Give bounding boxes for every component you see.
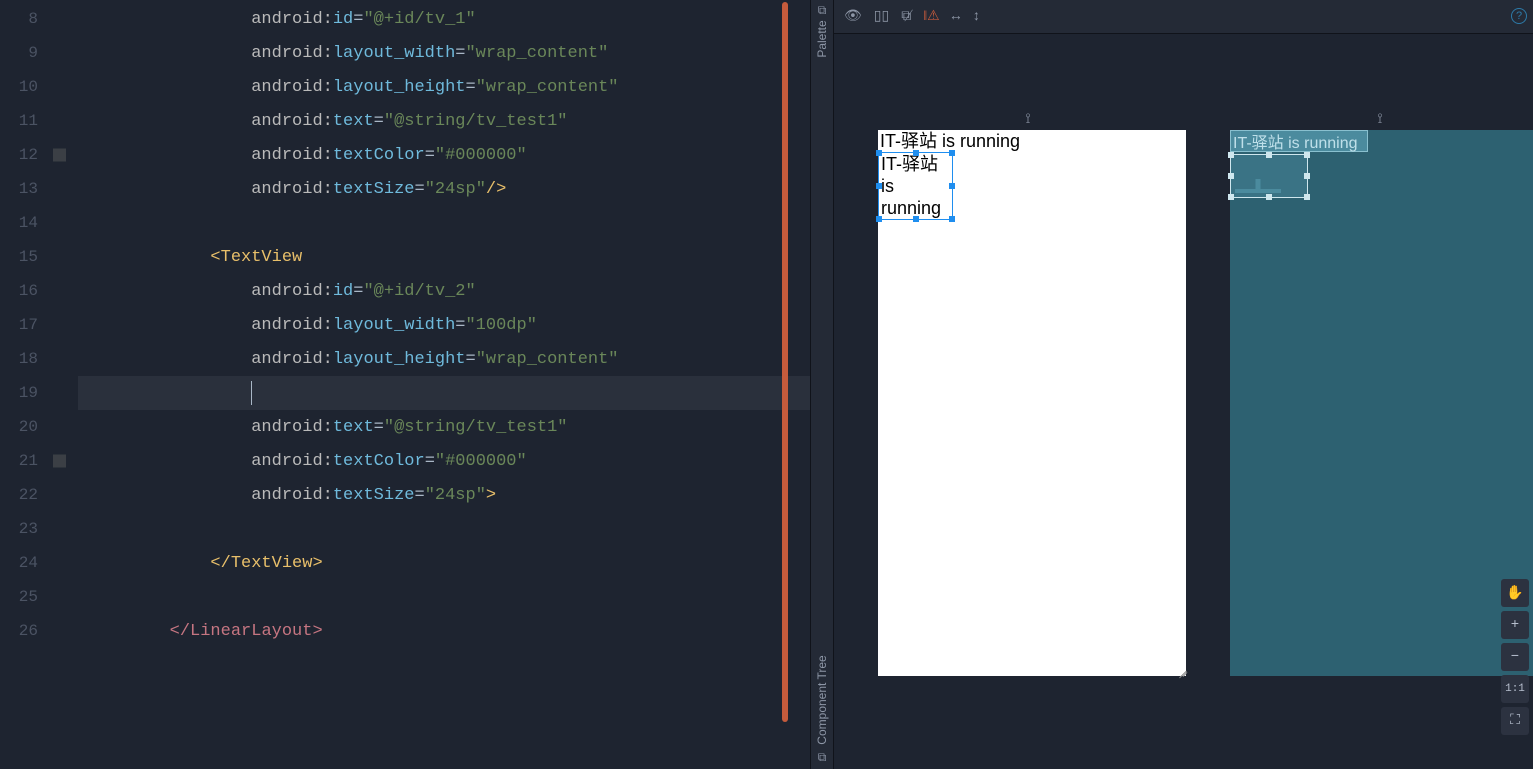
line-number: 12 — [0, 138, 78, 172]
design-preview-frame[interactable]: IT-驿站 is running IT-驿站 is running — [878, 130, 1186, 676]
textview-tv2-selected[interactable]: IT-驿站 is running — [878, 152, 953, 220]
line-number: 22 — [0, 478, 78, 512]
bp-handle-tl[interactable] — [1228, 152, 1234, 158]
line-number: 25 — [0, 580, 78, 614]
blueprint-tv2-selected[interactable] — [1230, 154, 1308, 198]
code-line[interactable] — [78, 580, 810, 614]
code-editor-pane: 891011121314151617181920212223242526 and… — [0, 0, 810, 769]
code-line[interactable] — [78, 206, 810, 240]
warning-icon[interactable]: ‖⚠ — [923, 8, 939, 25]
code-line[interactable]: android:textSize="24sp"/> — [78, 172, 810, 206]
textview-tv2-text: IT-驿站 is running — [881, 154, 941, 218]
blueprint-text-glyph — [1235, 173, 1281, 193]
bp-handle-tr[interactable] — [1304, 152, 1310, 158]
bp-handle-tc[interactable] — [1266, 152, 1272, 158]
code-line[interactable]: android:layout_height="wrap_content" — [78, 70, 810, 104]
line-number: 19 — [0, 376, 78, 410]
code-line[interactable]: <TextView — [78, 240, 810, 274]
code-line[interactable]: android:textColor="#000000" — [78, 444, 810, 478]
design-toolbar: 👁 ▯▯ ⧉̸ ‖⚠ ↔ ↕ ? — [834, 0, 1533, 34]
sel-handle-tl[interactable] — [876, 150, 882, 156]
sel-handle-bc[interactable] — [913, 216, 919, 222]
code-line[interactable] — [78, 376, 810, 410]
line-number: 16 — [0, 274, 78, 308]
sel-handle-tr[interactable] — [949, 150, 955, 156]
zoom-reset-button[interactable]: 1:1 — [1501, 675, 1529, 703]
bp-handle-ml[interactable] — [1228, 173, 1234, 179]
side-tool-strip: ⧉ Palette Component Tree ⧉ — [810, 0, 834, 769]
line-number: 26 — [0, 614, 78, 648]
line-number: 23 — [0, 512, 78, 546]
line-number: 18 — [0, 342, 78, 376]
eye-icon[interactable]: 👁 — [844, 8, 862, 25]
line-number: 8 — [0, 2, 78, 36]
component-tree-tab[interactable]: Component Tree — [815, 655, 829, 744]
code-area[interactable]: android:id="@+id/tv_1" android:layout_wi… — [78, 0, 810, 769]
bp-handle-mr[interactable] — [1304, 173, 1310, 179]
line-number: 10 — [0, 70, 78, 104]
sel-handle-ml[interactable] — [876, 183, 882, 189]
code-line[interactable]: android:textSize="24sp"> — [78, 478, 810, 512]
zoom-fit-button[interactable]: ⛶ — [1501, 707, 1529, 735]
sel-handle-tc[interactable] — [913, 150, 919, 156]
arrow-v-icon[interactable]: ↕ — [972, 9, 980, 25]
line-number: 20 — [0, 410, 78, 444]
line-number: 17 — [0, 308, 78, 342]
code-line[interactable]: </LinearLayout> — [78, 614, 810, 648]
bp-handle-bl[interactable] — [1228, 194, 1234, 200]
arrow-h-icon[interactable]: ↔ — [952, 9, 960, 25]
sel-handle-br[interactable] — [949, 216, 955, 222]
code-line[interactable] — [78, 512, 810, 546]
line-number: 21 — [0, 444, 78, 478]
code-line[interactable]: android:layout_width="100dp" — [78, 308, 810, 342]
bp-handle-br[interactable] — [1304, 194, 1310, 200]
line-number: 14 — [0, 206, 78, 240]
design-surface[interactable]: ⟟ ⟟ IT-驿站 is running IT-驿站 is running IT… — [834, 34, 1533, 769]
pan-button[interactable]: ✋ — [1501, 579, 1529, 607]
code-line[interactable]: android:layout_height="wrap_content" — [78, 342, 810, 376]
line-number: 11 — [0, 104, 78, 138]
zoom-controls: ✋ + − 1:1 ⛶ — [1501, 579, 1529, 735]
code-line[interactable]: android:layout_width="wrap_content" — [78, 36, 810, 70]
layout-design-pane: 👁 ▯▯ ⧉̸ ‖⚠ ↔ ↕ ? ⟟ ⟟ IT-驿站 is running IT… — [834, 0, 1533, 769]
code-line[interactable]: android:id="@+id/tv_1" — [78, 2, 810, 36]
blueprint-tv1[interactable]: IT-驿站 is running — [1230, 130, 1368, 152]
zoom-in-button[interactable]: + — [1501, 611, 1529, 639]
code-line[interactable]: android:text="@string/tv_test1" — [78, 104, 810, 138]
code-line[interactable]: android:text="@string/tv_test1" — [78, 410, 810, 444]
textview-tv1[interactable]: IT-驿站 is running — [878, 130, 1186, 152]
palette-collapse-icon[interactable]: ⧉ — [818, 4, 827, 18]
bp-handle-bc[interactable] — [1266, 194, 1272, 200]
palette-tab[interactable]: Palette — [815, 20, 829, 57]
sel-handle-mr[interactable] — [949, 183, 955, 189]
text-caret — [251, 381, 252, 405]
code-line[interactable]: </TextView> — [78, 546, 810, 580]
code-line[interactable]: android:id="@+id/tv_2" — [78, 274, 810, 308]
line-number: 24 — [0, 546, 78, 580]
editor-scrollbar[interactable] — [782, 2, 788, 722]
no-magnet-icon[interactable]: ⧉̸ — [901, 9, 911, 25]
component-tree-collapse-icon[interactable]: ⧉ — [818, 751, 827, 765]
line-gutter: 891011121314151617181920212223242526 — [0, 0, 78, 769]
line-number: 13 — [0, 172, 78, 206]
blueprint-frame-handle-icon[interactable]: ⟟ — [1374, 112, 1386, 130]
frame-resize-grip[interactable] — [1174, 664, 1188, 678]
code-line[interactable]: android:textColor="#000000" — [78, 138, 810, 172]
help-icon[interactable]: ? — [1511, 8, 1527, 24]
sel-handle-bl[interactable] — [876, 216, 882, 222]
columns-icon[interactable]: ▯▯ — [874, 8, 889, 25]
blueprint-preview-frame[interactable]: IT-驿站 is running — [1230, 130, 1533, 676]
zoom-out-button[interactable]: − — [1501, 643, 1529, 671]
line-number: 15 — [0, 240, 78, 274]
line-number: 9 — [0, 36, 78, 70]
design-frame-handle-icon[interactable]: ⟟ — [1022, 112, 1034, 130]
